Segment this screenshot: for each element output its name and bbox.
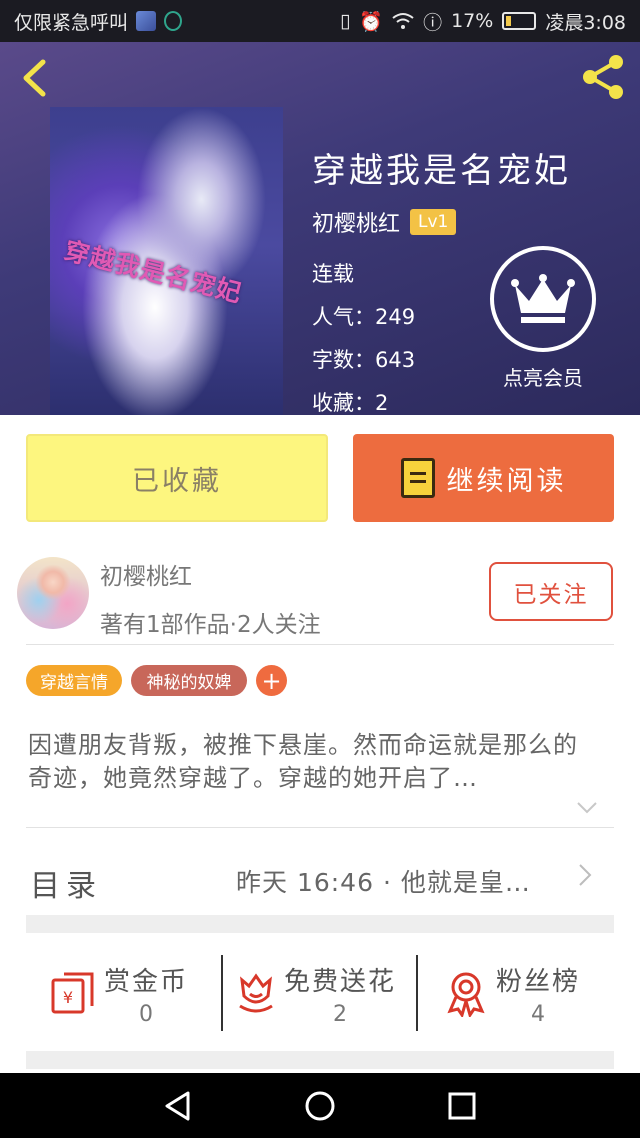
divider <box>26 827 614 828</box>
book-title: 穿越我是名宠妃 <box>312 151 571 191</box>
chevron-right-icon[interactable] <box>578 863 592 887</box>
share-button[interactable] <box>578 52 628 102</box>
fans-label: 粉丝榜 <box>496 967 581 997</box>
tag-label: 穿越言情 <box>40 673 108 693</box>
flower-label: 免费送花 <box>284 967 397 997</box>
nav-back-icon[interactable] <box>161 1089 195 1123</box>
popularity: 人气：249 <box>312 305 416 329</box>
svg-text:¥: ¥ <box>63 988 73 1007</box>
reward-text: 赏金币 0 <box>104 961 188 1027</box>
nav-home-icon[interactable] <box>303 1089 337 1123</box>
section-separator <box>26 915 614 933</box>
author-avatar[interactable] <box>17 557 89 629</box>
reward-button[interactable]: ¥ 赏金币 0 <box>50 959 188 1029</box>
fans-value: 4 <box>531 1002 545 1027</box>
flower-icon <box>239 973 273 1013</box>
stat-divider <box>416 955 418 1031</box>
catalog-label[interactable]: 目录 <box>30 861 102 905</box>
wifi-icon <box>392 13 414 29</box>
status-bar: 仅限紧急呼叫 ▯ ⏰ ⓘ 17% 凌晨3:08 <box>0 0 640 42</box>
system-nav-bar <box>0 1073 640 1138</box>
stat-divider <box>221 955 223 1031</box>
interaction-row: ¥ 赏金币 0 免费送花 2 粉丝榜 4 <box>0 947 640 1039</box>
continue-reading-label: 继续阅读 <box>446 465 567 497</box>
battery-percent: 17% <box>451 10 494 32</box>
collected-button[interactable]: 已收藏 <box>26 434 328 522</box>
author-info-name[interactable]: 初樱桃红 <box>100 557 192 591</box>
flower-text: 免费送花 2 <box>284 961 396 1027</box>
tag-label: 神秘的奴婢 <box>146 673 232 693</box>
word-count: 字数：643 <box>312 348 416 372</box>
vip-button[interactable] <box>490 246 596 352</box>
alarm-icon: ⏰ <box>359 10 384 33</box>
vip-label: 点亮会员 <box>503 366 583 390</box>
send-flower-button[interactable]: 免费送花 2 <box>236 959 396 1029</box>
back-button[interactable] <box>14 56 54 100</box>
reward-value: 0 <box>139 1002 153 1027</box>
section-separator <box>26 1051 614 1069</box>
app-notification-icon <box>136 11 157 31</box>
book-details: 已收藏 继续阅读 初樱桃红 著有1部作品·2人关注 已关注 穿越言情 神秘的奴婢… <box>0 415 640 1073</box>
collected-label: 已收藏 <box>132 465 222 497</box>
tag-custom[interactable]: 神秘的奴婢 <box>131 665 247 696</box>
follow-button[interactable]: 已关注 <box>489 562 613 621</box>
reward-label: 赏金币 <box>104 967 189 997</box>
author-info-meta: 著有1部作品·2人关注 <box>100 612 321 638</box>
author-name[interactable]: 初樱桃红 <box>312 206 400 238</box>
red-envelope-icon: ¥ <box>51 972 94 1014</box>
add-tag-label: + <box>261 666 282 695</box>
flower-value: 2 <box>333 1002 347 1027</box>
divider <box>26 644 614 645</box>
chevron-down-icon[interactable] <box>576 801 598 815</box>
favorites-count: 收藏：2 <box>312 391 389 415</box>
book-description: 因遭朋友背叛，被推下悬崖。然而命运就是那么的奇迹，她竟然穿越了。穿越的她开启了… <box>28 731 578 792</box>
add-tag-button[interactable]: + <box>256 665 287 696</box>
fans-ranking-button[interactable]: 粉丝榜 4 <box>444 959 580 1029</box>
cover-title-text: 穿越我是名宠妃 <box>61 235 246 308</box>
award-icon <box>447 972 485 1017</box>
nav-recents-icon[interactable] <box>445 1089 479 1123</box>
alert-icon: ⓘ <box>423 11 443 34</box>
clock: 凌晨3:08 <box>545 11 626 34</box>
status-left: 仅限紧急呼叫 <box>14 8 183 35</box>
status-right: ▯ ⏰ ⓘ 17% 凌晨3:08 <box>340 8 626 35</box>
vibrate-icon: ▯ <box>339 10 351 32</box>
battery-icon <box>502 12 537 30</box>
level-badge: Lv1 <box>410 209 457 235</box>
book-icon <box>400 458 435 498</box>
back-icon <box>23 59 46 97</box>
tag-genre[interactable]: 穿越言情 <box>26 665 122 696</box>
catalog-latest-chapter[interactable]: 昨天 16:46 · 他就是皇… <box>236 863 531 899</box>
serial-status: 连载 <box>312 262 354 286</box>
lock-notification-icon <box>164 11 183 31</box>
share-icon <box>583 55 623 99</box>
follow-label: 已关注 <box>513 581 589 608</box>
continue-reading-button[interactable]: 继续阅读 <box>353 434 614 522</box>
carrier-text: 仅限紧急呼叫 <box>14 11 129 34</box>
book-cover[interactable]: 穿越我是名宠妃 <box>50 107 283 415</box>
author-row: 初樱桃红 Lv1 <box>312 206 457 238</box>
crown-icon <box>511 274 575 323</box>
fans-text: 粉丝榜 4 <box>496 961 580 1027</box>
